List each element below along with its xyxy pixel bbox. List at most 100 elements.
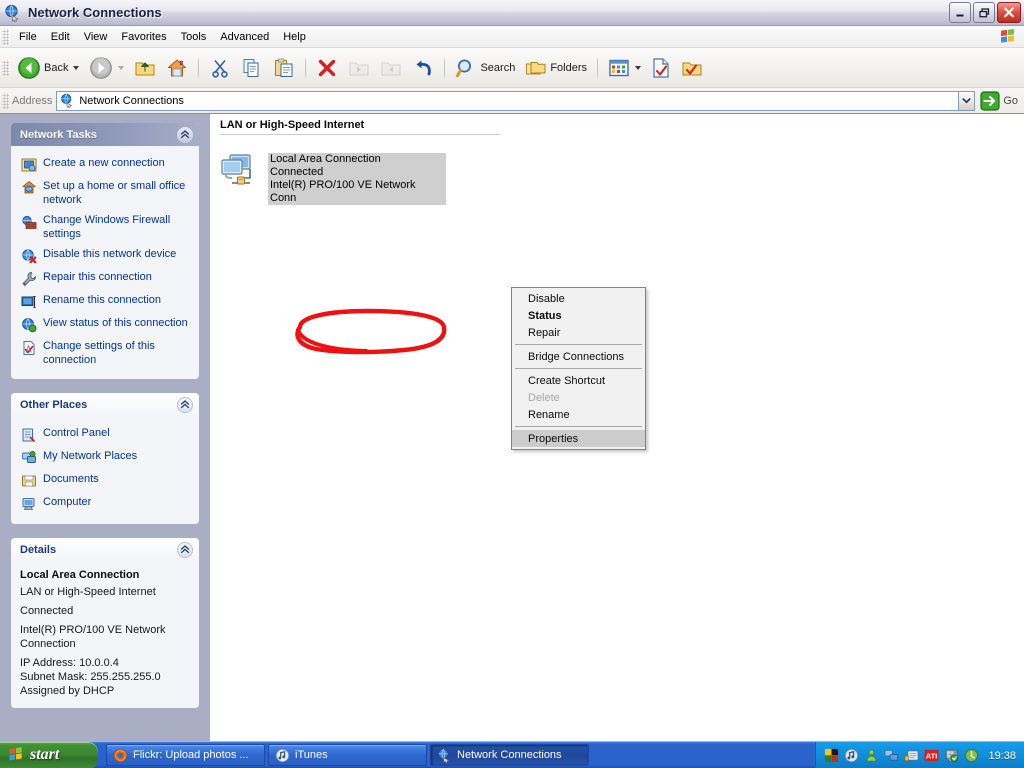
paste-button[interactable] (268, 51, 300, 85)
firewall-icon (21, 214, 37, 230)
settings-icon (21, 340, 37, 356)
itunes-tray-icon[interactable] (844, 748, 860, 764)
context-menu-item-rename[interactable]: Rename (512, 406, 645, 423)
sidebar-label: Set up a home or small office network (43, 180, 186, 206)
context-menu-item-disable[interactable]: Disable (512, 290, 645, 307)
ati-icon[interactable]: ATI (924, 748, 940, 764)
copy-to-folder-button[interactable] (375, 51, 407, 85)
toolbar-separator (597, 55, 599, 80)
taskbar-buttons: Flickr: Upload photos ... iTunes Network… (106, 744, 589, 766)
views-button[interactable] (603, 51, 646, 85)
panel-header-details[interactable]: Details (11, 538, 199, 561)
sidebar-item-firewall-settings[interactable]: Change Windows Firewall settings (19, 210, 191, 244)
sidebar-label: View status of this connection (43, 317, 188, 329)
network-tray-icon[interactable] (884, 748, 900, 764)
connections-list-view[interactable]: LAN or High-Speed Internet Local Area Co… (210, 114, 1024, 741)
details-connection-name: Local Area Connection (20, 569, 140, 581)
connection-name: Local Area Connection (270, 153, 381, 165)
nvidia-icon[interactable] (824, 748, 840, 764)
views-dropdown-icon[interactable] (635, 65, 642, 70)
sidebar-item-disable-device[interactable]: Disable this network device (19, 244, 191, 267)
undo-button[interactable] (407, 51, 439, 85)
documents-icon (21, 473, 37, 489)
sidebar-item-repair-connection[interactable]: Repair this connection (19, 267, 191, 290)
folders-button[interactable]: Folders (520, 51, 592, 85)
collapse-chevron-icon[interactable] (177, 396, 193, 413)
taskbar-item-network-connections[interactable]: Network Connections (430, 744, 589, 766)
context-menu-separator (515, 426, 642, 427)
sidebar-item-computer[interactable]: Computer (19, 492, 191, 515)
back-button[interactable]: Back (12, 51, 84, 85)
delete-button[interactable] (311, 51, 343, 85)
connection-context-menu[interactable]: Disable Status Repair Bridge Connections… (511, 287, 646, 450)
copy-to-folder-icon (380, 57, 402, 79)
context-menu-item-create-shortcut[interactable]: Create Shortcut (512, 372, 645, 389)
collapse-chevron-icon[interactable] (177, 541, 193, 558)
context-menu-item-repair[interactable]: Repair (512, 324, 645, 341)
sidebar-item-home-network-wizard[interactable]: Set up a home or small office network (19, 176, 191, 210)
context-menu-separator (515, 368, 642, 369)
window-title: Network Connections (28, 5, 162, 20)
taskbar-item-label: iTunes (295, 749, 328, 761)
copy-button[interactable] (236, 51, 268, 85)
menu-tools[interactable]: Tools (174, 29, 214, 45)
taskbar-item-firefox[interactable]: Flickr: Upload photos ... (106, 744, 265, 766)
close-button[interactable] (997, 2, 1021, 23)
context-menu-item-bridge-connections[interactable]: Bridge Connections (512, 348, 645, 365)
sidebar-item-control-panel[interactable]: Control Panel (19, 423, 191, 446)
up-button[interactable] (129, 51, 161, 85)
context-menu-item-properties[interactable]: Properties (512, 430, 645, 447)
connection-item-local-area-connection[interactable]: Local Area Connection Connected Intel(R)… (218, 150, 446, 205)
messenger-icon[interactable] (864, 748, 880, 764)
panel-header-network-tasks[interactable]: Network Tasks (11, 123, 199, 146)
menu-edit[interactable]: Edit (44, 29, 77, 45)
addressbar-grip[interactable] (2, 92, 9, 109)
search-button[interactable]: Search (450, 51, 520, 85)
forward-button[interactable] (84, 51, 129, 85)
extra-tool-checklist-button[interactable] (646, 51, 676, 85)
sidebar-item-my-network-places[interactable]: My Network Places (19, 446, 191, 469)
connection-status: Connected (270, 166, 324, 178)
cut-button[interactable] (204, 51, 236, 85)
sidebar-label: Change Windows Firewall settings (43, 214, 171, 240)
sidebar-item-view-status[interactable]: View status of this connection (19, 313, 191, 336)
start-button[interactable]: start (0, 741, 98, 768)
extra-tool-folder-check-button[interactable] (676, 51, 708, 85)
sidebar-item-change-settings[interactable]: Change settings of this connection (19, 336, 191, 370)
minimize-button[interactable] (949, 2, 971, 23)
panel-other-places: Other Places Control Panel My Network Pl… (11, 393, 199, 524)
update-icon[interactable] (964, 748, 980, 764)
sidebar-item-create-connection[interactable]: Create a new connection (19, 153, 191, 176)
sidebar-label: Rename this connection (43, 294, 162, 306)
toolbar-grip[interactable] (2, 59, 9, 76)
security-alert-icon[interactable] (904, 748, 920, 764)
undo-folder-button[interactable] (343, 51, 375, 85)
antivirus-shield-icon[interactable] (944, 748, 960, 764)
menu-advanced[interactable]: Advanced (213, 29, 276, 45)
menu-favorites[interactable]: Favorites (114, 29, 173, 45)
context-menu-item-status[interactable]: Status (512, 307, 645, 324)
delete-x-icon (316, 57, 338, 79)
sidebar-item-rename-connection[interactable]: Rename this connection (19, 290, 191, 313)
menu-view[interactable]: View (77, 29, 115, 45)
taskbar-item-itunes[interactable]: iTunes (268, 744, 427, 766)
collapse-chevron-icon[interactable] (177, 126, 193, 143)
windows-flag-icon (998, 28, 1018, 46)
go-button[interactable]: Go (975, 89, 1024, 113)
menu-file[interactable]: File (12, 29, 44, 45)
sidebar-item-documents[interactable]: Documents (19, 469, 191, 492)
address-dropdown-button[interactable] (958, 90, 976, 111)
taskbar-clock[interactable]: 19:38 (988, 750, 1016, 762)
views-icon (608, 58, 630, 78)
go-arrow-icon (980, 90, 1000, 111)
forward-dropdown-icon (118, 65, 125, 70)
connection-labels: Local Area Connection Connected Intel(R)… (268, 153, 446, 205)
menu-help[interactable]: Help (276, 29, 313, 45)
menubar-grip[interactable] (2, 28, 9, 45)
back-dropdown-icon[interactable] (73, 65, 80, 70)
panel-header-other-places[interactable]: Other Places (11, 393, 199, 416)
repair-wrench-icon (21, 271, 37, 287)
address-input[interactable]: Network Connections (56, 90, 959, 111)
home-button[interactable] (161, 51, 193, 85)
restore-button[interactable] (973, 2, 995, 23)
